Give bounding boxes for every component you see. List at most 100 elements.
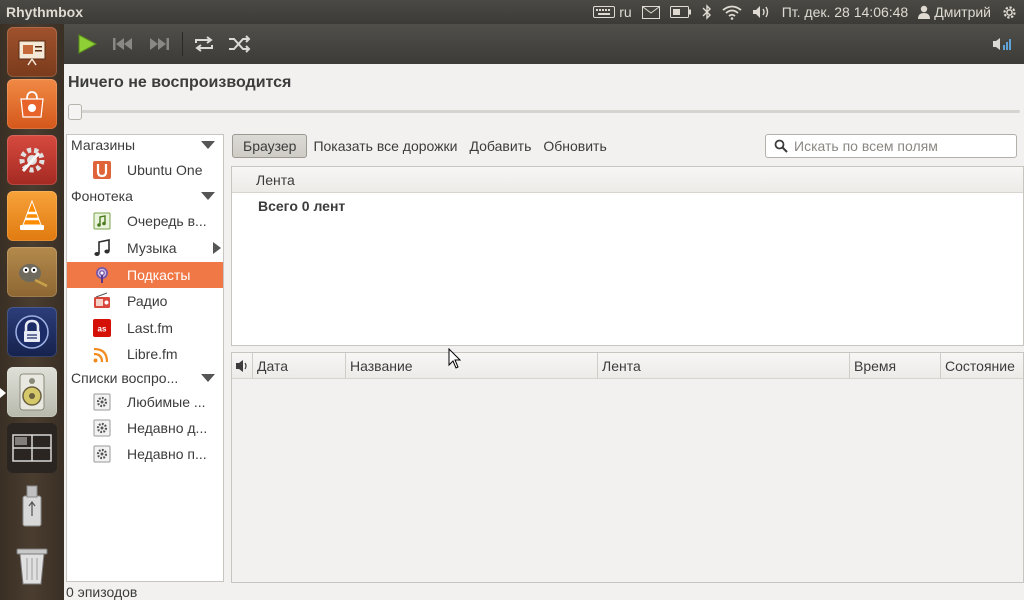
bluetooth-icon (702, 4, 711, 20)
mouse-cursor-icon (448, 348, 462, 369)
sidebar-item-label: Недавно п... (127, 446, 207, 462)
sidebar-item-recently-added[interactable]: Недавно д... (67, 415, 223, 441)
sidebar-item-label: Любимые ... (127, 394, 206, 410)
show-all-tracks-button[interactable]: Показать все дорожки (313, 138, 457, 154)
launcher-gimp[interactable] (6, 246, 58, 298)
status-bar: 0 эпизодов (66, 584, 138, 600)
shuffle-icon (229, 35, 251, 53)
episodes-table[interactable]: Дата Название Лента Время Состояние (231, 352, 1024, 583)
svg-text:as: as (98, 325, 107, 334)
wifi-icon (722, 5, 742, 20)
sidebar-item-ubuntu-one[interactable]: Ubuntu One (67, 157, 223, 183)
column-status[interactable]: Состояние (941, 353, 1023, 379)
rhythmbox-window: Ничего не воспроизводится Магазины Ubunt… (64, 24, 1024, 600)
column-title[interactable]: Название (346, 353, 598, 379)
sidebar-group-library[interactable]: Фонотека (71, 188, 221, 204)
expand-arrow-icon[interactable] (213, 242, 221, 254)
launcher-rhythmbox[interactable] (0, 366, 58, 418)
user-menu[interactable]: Дмитрий (918, 4, 991, 20)
browser-toggle-button[interactable]: Браузер (232, 134, 308, 158)
radio-icon (94, 292, 110, 308)
network-indicator[interactable] (722, 5, 742, 20)
lock-icon (7, 307, 57, 357)
launcher-usb-drive[interactable] (6, 480, 58, 532)
launcher-software-center[interactable] (6, 78, 58, 130)
feeds-list[interactable]: Лента Всего 0 лент (231, 166, 1024, 346)
volume-button[interactable] (988, 29, 1018, 59)
sidebar-item-favorites[interactable]: Любимые ... (67, 389, 223, 415)
column-playing[interactable] (232, 353, 253, 379)
column-feed[interactable]: Лента (598, 353, 850, 379)
launcher-presentation[interactable] (6, 26, 58, 78)
clock[interactable]: Пт. дек. 28 14:06:48 (782, 4, 909, 20)
sidebar-item-label: Подкасты (127, 267, 191, 283)
sidebar-group-stores[interactable]: Магазины (71, 137, 221, 153)
sidebar-item-podcasts[interactable]: Подкасты (67, 262, 223, 288)
launcher (0, 24, 64, 600)
sidebar-group-playlists[interactable]: Списки воспро... (71, 370, 221, 386)
next-button[interactable] (144, 29, 174, 59)
workspaces-icon (7, 423, 57, 473)
active-app-pip (0, 388, 6, 398)
launcher-system-settings[interactable] (6, 134, 58, 186)
shuffle-button[interactable] (225, 29, 255, 59)
play-icon (78, 34, 98, 54)
source-sidebar: Магазины Ubuntu One Фонотека Очередь в..… (66, 134, 224, 582)
battery-icon (669, 6, 691, 18)
sidebar-item-label: Очередь в... (127, 213, 207, 229)
launcher-workspace-switcher[interactable] (6, 422, 58, 474)
launcher-vlc[interactable] (6, 190, 58, 242)
sidebar-item-lastfm[interactable]: as Last.fm (67, 315, 223, 341)
search-box[interactable] (765, 134, 1017, 158)
sidebar-item-recently-played[interactable]: Недавно п... (67, 441, 223, 467)
collapse-arrow-icon[interactable] (201, 192, 215, 200)
sidebar-item-label: Last.fm (127, 320, 173, 336)
launcher-trash[interactable] (6, 540, 58, 592)
session-menu[interactable] (1001, 4, 1018, 21)
battery-indicator[interactable] (669, 6, 692, 18)
presentation-icon (7, 27, 57, 77)
user-icon (918, 5, 931, 19)
indicator-area: ru Пт. дек. 28 14:06:48 Дмитрий (588, 0, 1024, 24)
librefm-icon (93, 347, 109, 363)
launcher-keepass[interactable] (6, 306, 58, 358)
usb-drive-icon (7, 481, 57, 531)
sidebar-group-label: Фонотека (71, 188, 133, 204)
sidebar-item-label: Ubuntu One (127, 162, 203, 178)
feeds-column-header[interactable]: Лента (232, 167, 1023, 193)
skip-back-icon (113, 38, 132, 50)
mail-indicator[interactable] (641, 5, 660, 19)
sidebar-item-play-queue[interactable]: Очередь в... (67, 208, 223, 234)
feeds-total-row[interactable]: Всего 0 лент (258, 198, 345, 214)
podcast-icon (96, 267, 108, 283)
column-date[interactable]: Дата (253, 353, 346, 379)
toolbar-separator (182, 32, 183, 56)
episodes-header: Дата Название Лента Время Состояние (232, 353, 1023, 379)
collapse-arrow-icon[interactable] (201, 374, 215, 382)
bluetooth-indicator[interactable] (702, 4, 712, 20)
search-icon (774, 139, 788, 153)
repeat-button[interactable] (189, 29, 219, 59)
speaker-icon (752, 6, 768, 18)
column-duration[interactable]: Время (850, 353, 941, 379)
volume-icon (993, 38, 1011, 50)
collapse-arrow-icon[interactable] (201, 141, 215, 149)
previous-button[interactable] (108, 29, 138, 59)
play-button[interactable] (72, 29, 102, 59)
envelope-icon (641, 5, 660, 19)
search-input[interactable] (794, 138, 1004, 154)
sidebar-item-radio[interactable]: Радио (67, 288, 223, 314)
sidebar-item-music[interactable]: Музыка (67, 235, 223, 261)
app-title: Rhythmbox (6, 4, 83, 20)
seek-slider[interactable] (72, 110, 1020, 113)
seek-slider-handle[interactable] (68, 104, 82, 120)
keyboard-indicator[interactable]: ru (593, 4, 632, 20)
shopping-bag-icon (7, 79, 57, 129)
refresh-button[interactable]: Обновить (543, 138, 606, 154)
smart-playlist-icon (93, 393, 111, 411)
sidebar-item-label: Недавно д... (127, 420, 208, 436)
now-playing-title: Ничего не воспроизводится (68, 74, 292, 91)
sidebar-item-librefm[interactable]: Libre.fm (67, 341, 223, 367)
add-button[interactable]: Добавить (469, 138, 531, 154)
sound-indicator[interactable] (752, 5, 772, 19)
